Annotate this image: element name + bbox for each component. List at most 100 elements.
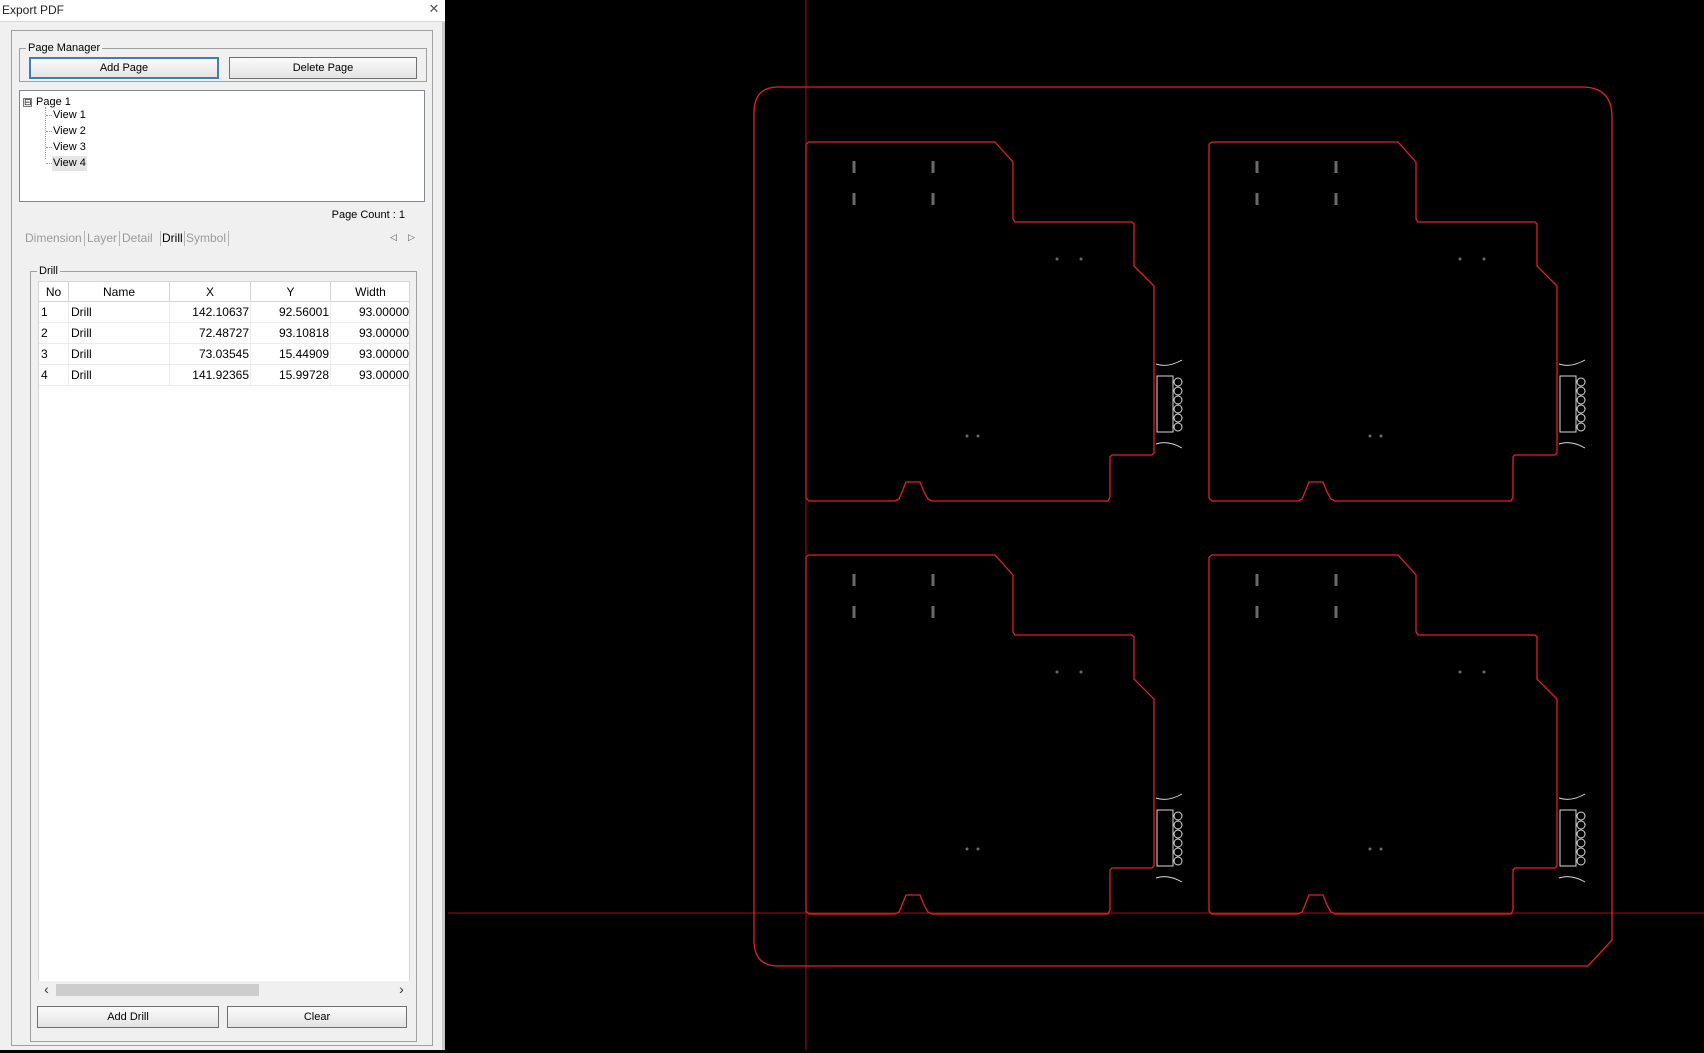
board-outline [805,554,1183,915]
board-outline [1208,141,1586,502]
panel-outline [753,86,1613,967]
hole-mark [1368,847,1372,851]
cell-no: 2 [39,323,69,344]
scroll-left-icon[interactable]: ‹ [38,981,55,998]
tab-dimension[interactable]: Dimension [25,230,82,247]
hole-mark [976,434,980,438]
hole-mark [1379,434,1383,438]
tab-drill[interactable]: Drill [162,230,183,247]
slot-mark [852,161,856,173]
slot-mark [852,606,856,618]
pcb-drawing [448,0,1704,1050]
slot-mark [931,606,935,618]
slot-mark [1334,574,1338,586]
tab-separator [184,231,185,246]
slot-mark [1255,161,1259,173]
hole-mark [1458,257,1462,261]
clear-button[interactable]: Clear [227,1006,407,1028]
tab-layer[interactable]: Layer [87,230,117,247]
tree-item-view-4[interactable]: View 4 [52,156,87,171]
hole-mark [1482,670,1486,674]
tree-item-view-2[interactable]: View 2 [52,124,87,139]
connector-feature [1155,359,1183,449]
hole-mark [976,847,980,851]
slot-mark [931,193,935,205]
hole-mark [1379,847,1383,851]
hole-mark [1079,257,1083,261]
cell-width: 93.00000 [331,323,409,344]
slot-mark [931,574,935,586]
table-row[interactable]: 1 Drill 142.10637 92.56001 93.00000 [39,302,409,323]
tab-separator [84,231,85,246]
scrollbar-thumb[interactable] [56,984,259,996]
slot-mark [1334,193,1338,205]
slot-mark [852,574,856,586]
column-header-x[interactable]: X [170,282,251,302]
board-edge [1208,141,1558,502]
tab-prev-icon[interactable]: ◁ [390,232,397,243]
column-header-width[interactable]: Width [331,282,409,302]
hole-mark [1055,257,1059,261]
board-edge [1208,554,1558,915]
cell-name: Drill [69,344,170,365]
tree-item-view-3[interactable]: View 3 [52,140,87,155]
hole-mark [1079,670,1083,674]
hole-mark [1368,434,1372,438]
tab-separator [228,231,229,246]
column-header-y[interactable]: Y [251,282,331,302]
pcb-preview-canvas[interactable] [448,0,1704,1050]
connector-feature [1155,793,1183,883]
collapse-icon[interactable]: ⊟ [23,98,32,107]
tab-symbol[interactable]: Symbol [186,230,226,247]
title-bar: Export PDF ✕ [0,0,445,22]
export-pdf-panel: Export PDF ✕ Page Manager Add Page Delet… [0,0,445,1050]
slot-mark [1334,161,1338,173]
board-edge [805,554,1155,915]
cell-x: 72.48727 [170,323,251,344]
slot-mark [1255,193,1259,205]
cell-width: 93.00000 [331,344,409,365]
add-page-button[interactable]: Add Page [29,57,219,79]
horizontal-scrollbar[interactable]: ‹ › [38,981,410,998]
delete-page-button[interactable]: Delete Page [229,57,417,79]
cell-no: 4 [39,365,69,386]
cell-x: 141.92365 [170,365,251,386]
page-count-label: Page Count : 1 [331,209,405,221]
hole-mark [1458,670,1462,674]
board-edge [805,141,1155,502]
close-icon[interactable]: ✕ [427,2,441,16]
scroll-right-icon[interactable]: › [393,981,410,998]
slot-mark [1334,606,1338,618]
cell-y: 15.44909 [251,344,331,365]
cell-x: 142.10637 [170,302,251,323]
column-header-no[interactable]: No [39,282,69,302]
table-row[interactable]: 3 Drill 73.03545 15.44909 93.00000 [39,344,409,365]
slot-mark [1255,574,1259,586]
slot-mark [852,193,856,205]
cell-y: 15.99728 [251,365,331,386]
tab-separator [160,231,161,246]
tree-item-view-1[interactable]: View 1 [52,108,87,123]
page-tree[interactable]: ⊟ Page 1 View 1 View 2 View 3 View 4 [19,90,425,202]
cell-width: 93.00000 [331,302,409,323]
cell-no: 1 [39,302,69,323]
cell-y: 93.10818 [251,323,331,344]
connector-feature [1558,793,1586,883]
column-header-name[interactable]: Name [69,282,170,302]
tab-next-icon[interactable]: ▷ [408,232,415,243]
connector-feature [1558,359,1586,449]
tab-detail[interactable]: Detail [122,230,153,247]
add-drill-button[interactable]: Add Drill [37,1006,219,1028]
cell-name: Drill [69,365,170,386]
table-row[interactable]: 4 Drill 141.92365 15.99728 93.00000 [39,365,409,386]
hole-mark [1482,257,1486,261]
drill-legend: Drill [39,265,58,277]
cell-x: 73.03545 [170,344,251,365]
slot-mark [1255,606,1259,618]
window-title: Export PDF [2,3,65,17]
hole-mark [1055,670,1059,674]
cell-width: 93.00000 [331,365,409,386]
board-outline [805,141,1183,502]
drill-table[interactable]: No Name X Y Width 1 Drill 142.10637 92.5… [38,281,410,985]
table-row[interactable]: 2 Drill 72.48727 93.10818 93.00000 [39,323,409,344]
